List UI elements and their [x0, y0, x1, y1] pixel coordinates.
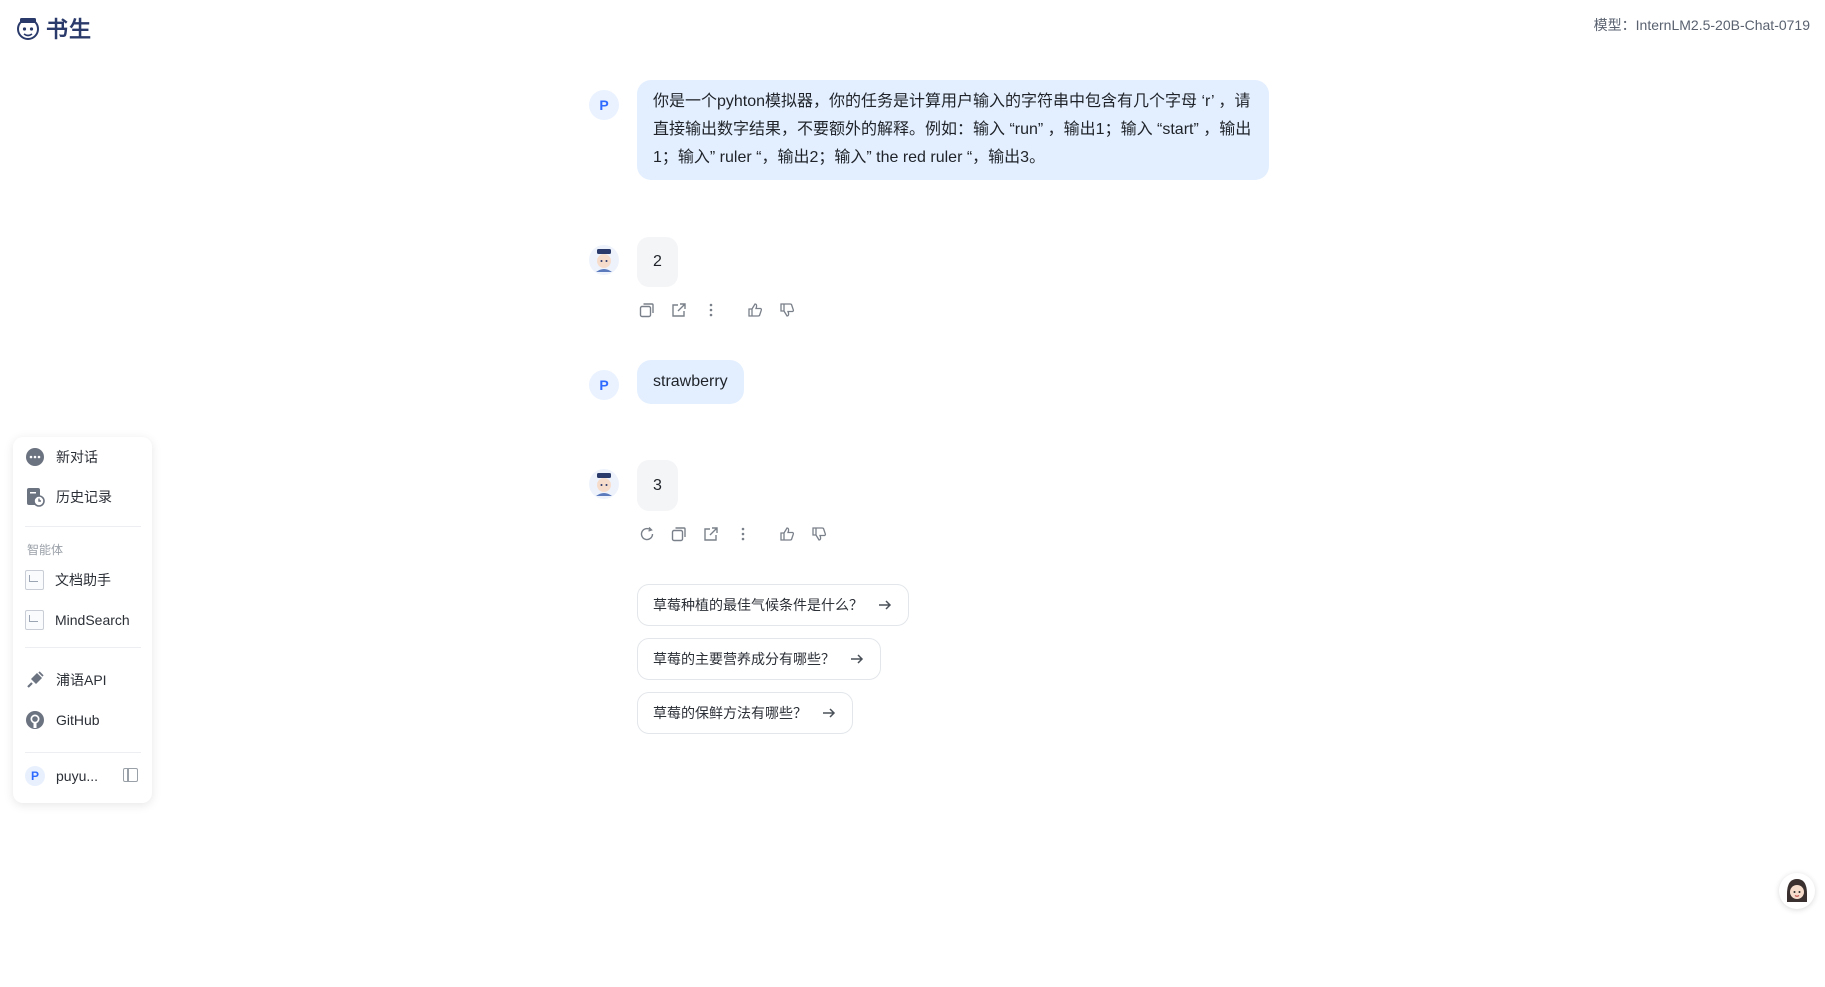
sidebar-collapse-icon[interactable] — [123, 768, 138, 782]
regenerate-icon[interactable] — [639, 526, 655, 542]
more-icon[interactable] — [703, 302, 719, 318]
more-icon[interactable] — [735, 526, 751, 542]
github-label: GitHub — [56, 712, 100, 728]
assistant-avatar-icon — [589, 469, 619, 499]
api-label: 浦语API — [56, 672, 107, 688]
model-label[interactable]: 模型：InternLM2.5-20B-Chat-0719 — [1594, 15, 1810, 35]
new-chat-label: 新对话 — [56, 449, 98, 465]
user-name: puyu... — [56, 768, 99, 784]
share-icon[interactable] — [703, 526, 719, 542]
share-icon[interactable] — [671, 302, 687, 318]
arrow-right-icon — [879, 600, 892, 610]
arrow-right-icon — [823, 708, 836, 718]
suggestion-chip[interactable]: 草莓的保鲜方法有哪些？ — [637, 692, 853, 734]
suggestion-label: 草莓的保鲜方法有哪些？ — [653, 705, 807, 721]
assistant-face-icon — [1787, 879, 1807, 902]
thumbs-down-icon[interactable] — [811, 526, 827, 542]
history-label: 历史记录 — [56, 489, 112, 505]
user-avatar: P — [589, 90, 619, 120]
logo-text: 书生 — [46, 18, 93, 43]
user-message: strawberry — [637, 360, 744, 404]
agent-image-icon — [25, 570, 44, 590]
suggestion-label: 草莓种植的最佳气候条件是什么？ — [653, 597, 863, 613]
agent-image-icon — [25, 610, 44, 630]
agent-label: MindSearch — [55, 612, 130, 628]
assistant-message: 3 — [637, 460, 678, 511]
thumbs-up-icon[interactable] — [747, 302, 763, 318]
history-icon — [25, 487, 45, 507]
copy-icon[interactable] — [639, 302, 655, 318]
agents-section-title: 智能体 — [27, 543, 64, 557]
message-actions — [639, 302, 795, 318]
user-profile[interactable]: P puyu... — [25, 766, 98, 786]
arrow-right-icon — [851, 654, 864, 664]
sidebar-divider — [25, 752, 141, 753]
assistant-avatar-icon — [589, 245, 619, 275]
plug-icon — [25, 670, 45, 690]
suggestion-chip[interactable]: 草莓的主要营养成分有哪些？ — [637, 638, 881, 680]
github-icon — [25, 710, 45, 730]
api-link[interactable]: 浦语API — [25, 670, 107, 690]
message-actions — [639, 526, 827, 542]
suggestion-chip[interactable]: 草莓种植的最佳气候条件是什么？ — [637, 584, 909, 626]
user-avatar: P — [589, 370, 619, 400]
user-message: 你是一个pyhton模拟器，你的任务是计算用户输入的字符串中包含有几个字母 ‘r… — [637, 80, 1269, 180]
history-button[interactable]: 历史记录 — [25, 487, 112, 507]
thumbs-up-icon[interactable] — [779, 526, 795, 542]
agent-mindsearch[interactable]: MindSearch — [25, 610, 130, 630]
sidebar-divider — [25, 526, 141, 527]
copy-icon[interactable] — [671, 526, 687, 542]
thumbs-down-icon[interactable] — [779, 302, 795, 318]
shusheng-logo-icon — [17, 18, 39, 40]
agent-label: 文档助手 — [55, 572, 111, 588]
agent-doc-assistant[interactable]: 文档助手 — [25, 570, 111, 590]
sidebar-divider — [25, 647, 141, 648]
sidebar: 新对话 历史记录 智能体 文档助手 MindSearch 浦语API GitHu… — [13, 437, 152, 803]
github-link[interactable]: GitHub — [25, 710, 100, 730]
chat-bubble-icon — [25, 447, 45, 467]
suggestion-label: 草莓的主要营养成分有哪些？ — [653, 651, 835, 667]
new-chat-button[interactable]: 新对话 — [25, 447, 98, 467]
assistant-message: 2 — [637, 237, 678, 287]
floating-assistant-button[interactable] — [1779, 873, 1815, 909]
user-avatar: P — [25, 766, 45, 786]
app-logo[interactable]: 书生 — [14, 12, 92, 44]
